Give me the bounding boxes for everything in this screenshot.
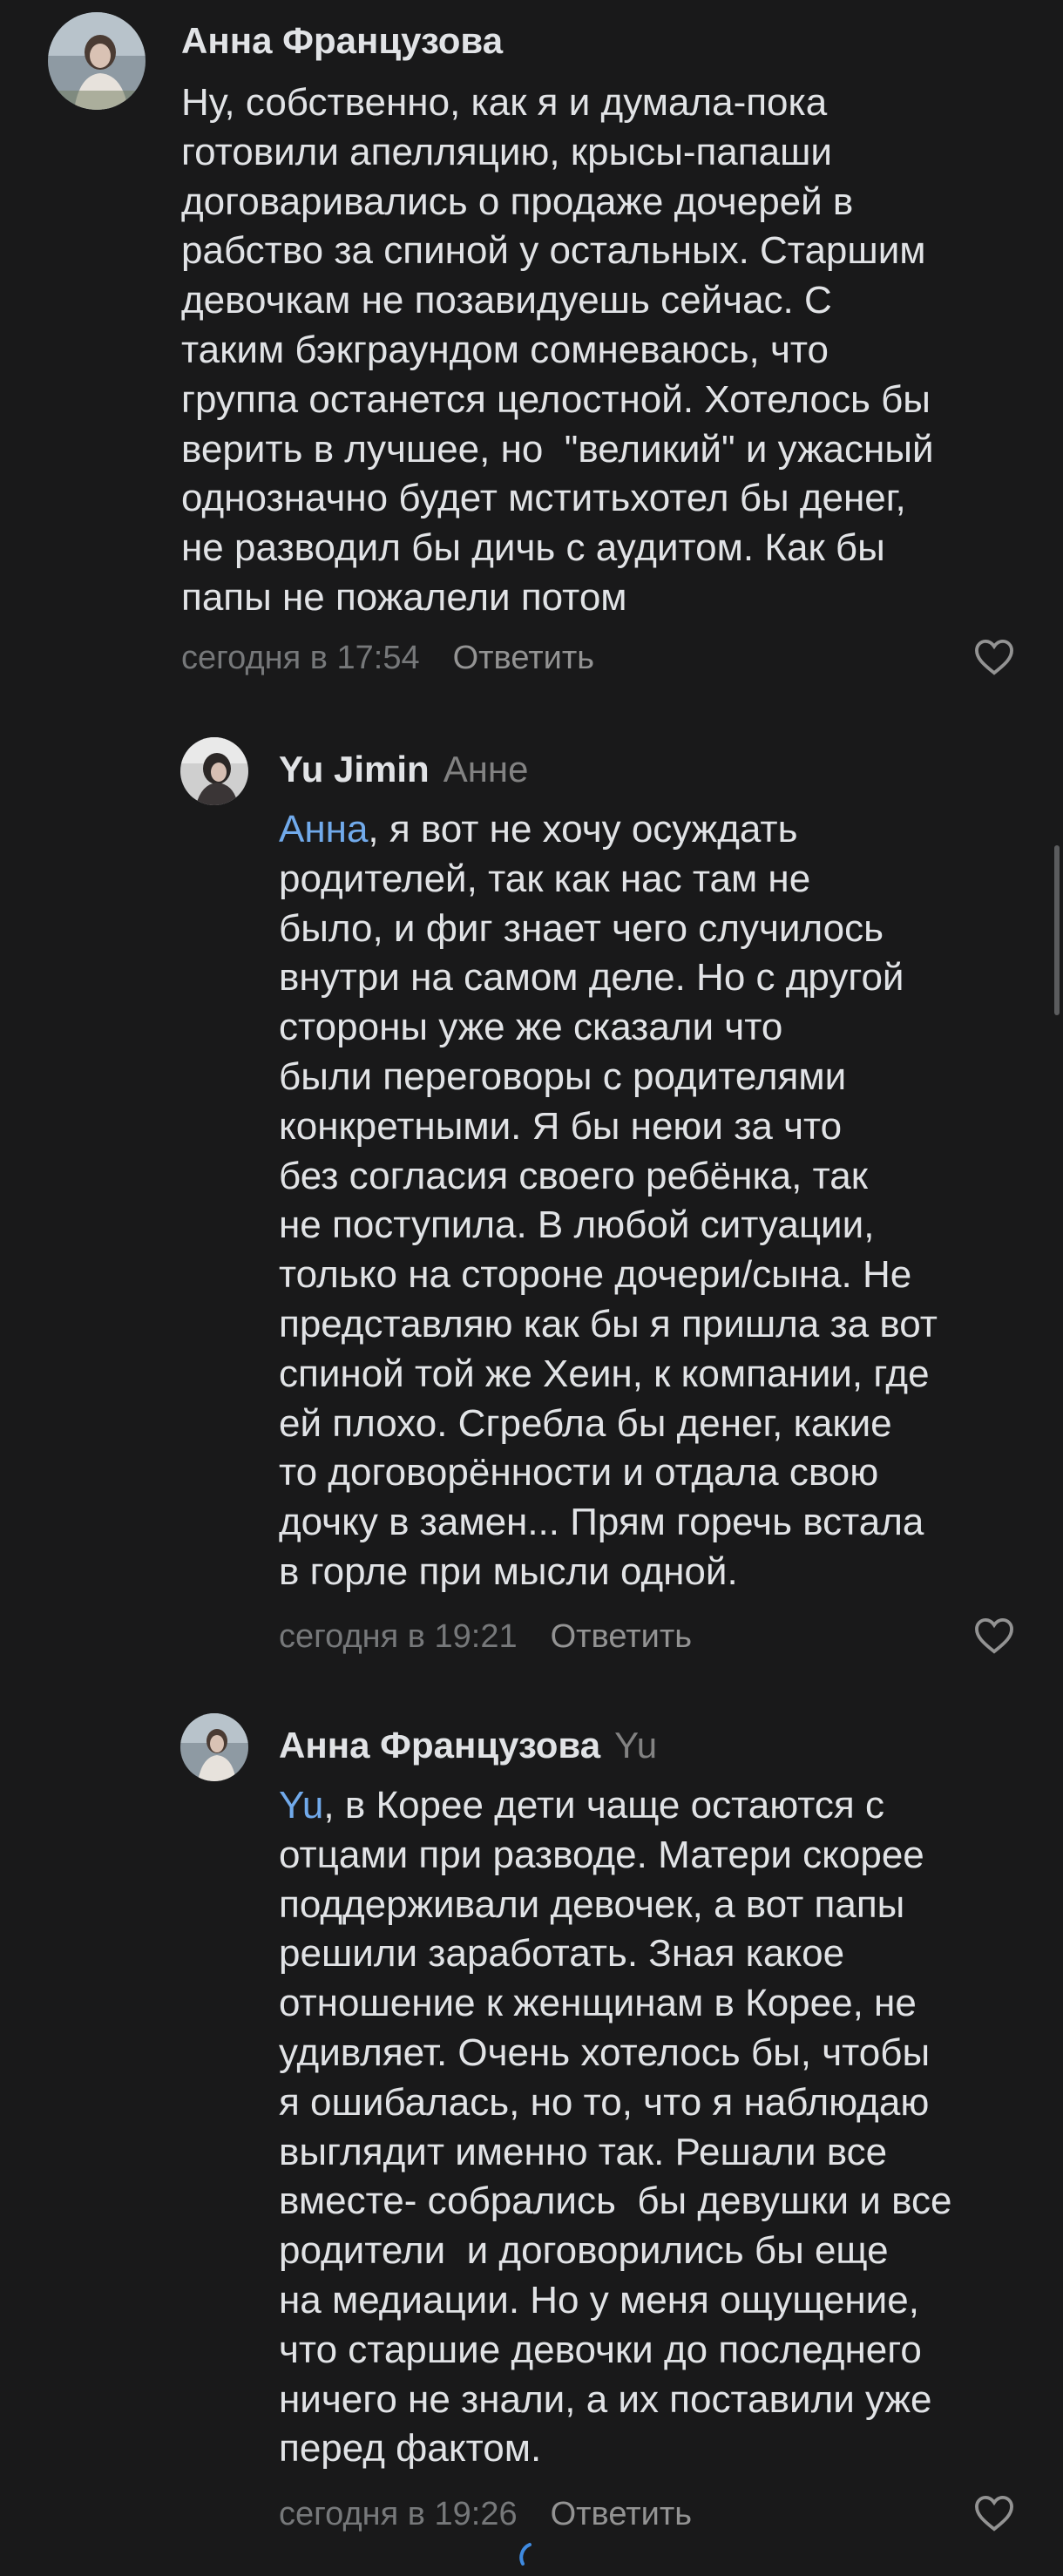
comment-reply: Анна Французова Yu Yu, в Корее дети чаще …	[0, 1708, 1063, 2536]
mention-link[interactable]: Yu	[279, 1784, 323, 1827]
comment-time: сегодня в 19:26	[279, 2496, 518, 2532]
comment-text: Ну, собственно, как я и думала-пока гото…	[181, 78, 934, 623]
comment-header: Yu Jimin Анне	[279, 748, 528, 791]
author-name[interactable]: Анна Французова	[279, 1725, 600, 1766]
comment-meta: сегодня в 19:21 Ответить	[279, 1617, 692, 1657]
comment-meta: сегодня в 19:26 Ответить	[279, 2494, 692, 2534]
avatar[interactable]	[48, 12, 146, 110]
reply-to-label[interactable]: Yu	[614, 1725, 657, 1766]
reply-to-label[interactable]: Анне	[443, 749, 529, 790]
comment-meta: сегодня в 17:54 Ответить	[181, 638, 594, 678]
comment-time: сегодня в 19:21	[279, 1618, 518, 1655]
avatar[interactable]	[180, 737, 248, 805]
scrollbar[interactable]	[1054, 845, 1060, 1015]
comment-reply: Yu Jimin Анне Анна, я вот не хочу осуждат…	[0, 732, 1063, 1691]
loading-spinner-icon	[519, 2543, 532, 2566]
heart-outline-icon[interactable]	[974, 2495, 1014, 2532]
comment: Анна Французова Ну, собственно, как я и …	[0, 0, 1063, 697]
comment-body: Ну, собственно, как я и думала-пока гото…	[181, 81, 934, 619]
comment-text: Yu, в Корее дети чаще остаются с отцами …	[279, 1781, 951, 2474]
mention-link[interactable]: Анна	[279, 808, 368, 851]
comment-header: Анна Французова Yu	[279, 1724, 657, 1767]
heart-outline-icon[interactable]	[974, 1617, 1014, 1654]
comment-body: , в Корее дети чаще остаются с отцами пр…	[279, 1784, 952, 2471]
reply-button[interactable]: Ответить	[551, 2496, 692, 2532]
heart-outline-icon[interactable]	[974, 639, 1014, 675]
comment-time: сегодня в 17:54	[181, 640, 420, 676]
avatar[interactable]	[180, 1713, 248, 1781]
author-name[interactable]: Yu Jimin	[279, 749, 430, 790]
comment-text: Анна, я вот не хочу осуждать родителей, …	[279, 805, 938, 1597]
comment-body: , я вот не хочу осуждать родителей, так …	[279, 808, 938, 1593]
author-name[interactable]: Анна Французова	[181, 20, 503, 61]
reply-button[interactable]: Ответить	[551, 1618, 692, 1655]
comment-header: Анна Французова	[181, 19, 503, 63]
reply-button[interactable]: Ответить	[453, 640, 594, 676]
